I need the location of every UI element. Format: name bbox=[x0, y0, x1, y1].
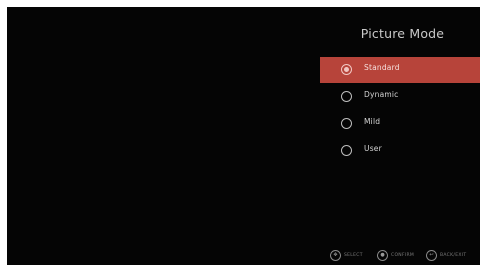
option-label: User bbox=[364, 144, 382, 153]
hint-label: CONFIRM bbox=[391, 252, 415, 258]
hint-select: ✥ SELECT bbox=[330, 248, 363, 262]
radio-selected-icon bbox=[341, 64, 352, 75]
radio-unselected-icon bbox=[341, 118, 352, 129]
hint-confirm: ● CONFIRM bbox=[377, 248, 414, 262]
hint-back: ↩ BACK/EXIT bbox=[426, 248, 466, 262]
hint-label: SELECT bbox=[344, 252, 363, 258]
radio-unselected-icon bbox=[341, 91, 352, 102]
option-mild[interactable]: Mild bbox=[320, 111, 480, 137]
button-hints-bar: ✥ SELECT ● CONFIRM ↩ BACK/EXIT bbox=[7, 248, 480, 262]
dpad-icon: ✥ bbox=[330, 249, 341, 261]
ok-button-icon: ● bbox=[377, 249, 388, 261]
option-user[interactable]: User bbox=[320, 138, 480, 164]
option-label: Standard bbox=[364, 63, 400, 72]
radio-unselected-icon bbox=[341, 145, 352, 156]
option-dynamic[interactable]: Dynamic bbox=[320, 84, 480, 110]
menu-title: Picture Mode bbox=[360, 26, 445, 41]
back-icon: ↩ bbox=[426, 249, 437, 261]
tv-screen: Picture Mode Standard Dynamic Mild User … bbox=[7, 7, 480, 265]
option-label: Mild bbox=[364, 117, 381, 126]
option-label: Dynamic bbox=[364, 90, 399, 99]
hint-label: BACK/EXIT bbox=[440, 252, 467, 258]
option-standard[interactable]: Standard bbox=[320, 57, 480, 83]
